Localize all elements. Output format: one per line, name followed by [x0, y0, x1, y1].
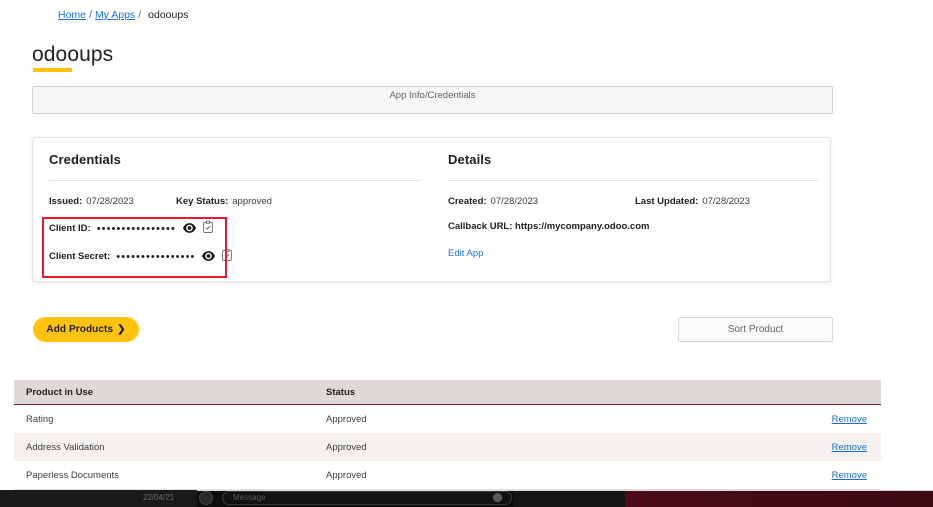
issued-field: Issued: 07/28/2023: [49, 196, 134, 207]
tab-label: App Info/Credentials: [33, 90, 832, 101]
chat-date-label: 22/04/21: [143, 493, 174, 502]
breadcrumb-link-my-apps[interactable]: My Apps: [95, 9, 135, 21]
details-heading: Details: [448, 152, 818, 167]
issued-label: Issued:: [49, 196, 82, 207]
cell-product: Paperless Documents: [14, 461, 314, 490]
client-id-row: Client ID: ••••••••••••••••: [49, 221, 421, 239]
cell-product: Rating: [14, 405, 314, 434]
message-input[interactable]: Message: [222, 491, 512, 505]
last-updated-label: Last Updated:: [635, 196, 698, 207]
strip-right-panel: [625, 491, 933, 507]
details-divider: [448, 180, 818, 181]
avatar-icon: [199, 491, 213, 505]
background-chat-strip: 22/04/21 Message ⬤: [0, 490, 933, 507]
callback-url-value: https://mycompany.odoo.com: [515, 221, 649, 232]
app-page: Home/My Apps/odooups odooups App Info/Cr…: [0, 0, 933, 490]
clipboard-copy-icon[interactable]: [222, 249, 232, 261]
eye-icon[interactable]: [202, 251, 215, 261]
table-row: Address Validation Approved Remove: [14, 433, 881, 461]
callback-url-label: Callback URL:: [448, 221, 512, 232]
column-header-status: Status: [314, 380, 769, 405]
remove-link[interactable]: Remove: [832, 442, 867, 453]
strip-date-cell: 22/04/21: [0, 490, 197, 507]
table-row: Rating Approved Remove: [14, 405, 881, 434]
issued-value: 07/28/2023: [86, 196, 134, 207]
last-updated-field: Last Updated: 07/28/2023: [635, 196, 750, 207]
details-section: Details Created: 07/28/2023 Last Updated:…: [448, 152, 818, 261]
created-label: Created:: [448, 196, 487, 207]
credentials-divider: [49, 180, 421, 181]
last-updated-value: 07/28/2023: [702, 196, 750, 207]
client-id-masked-value: ••••••••••••••••: [97, 223, 176, 235]
breadcrumb: Home/My Apps/odooups: [58, 8, 188, 22]
table-header-row: Product in Use Status: [14, 380, 881, 405]
add-products-button[interactable]: Add Products ❯: [33, 317, 139, 342]
created-value: 07/28/2023: [491, 196, 539, 207]
add-products-label: Add Products: [46, 324, 113, 335]
key-status-label: Key Status:: [176, 196, 228, 207]
column-header-action: [769, 380, 881, 405]
cell-status: Approved: [314, 433, 769, 461]
client-secret-label: Client Secret:: [49, 251, 110, 262]
microphone-icon[interactable]: ⬤: [492, 492, 503, 503]
cell-action: Remove: [769, 405, 881, 434]
tab-app-info-credentials[interactable]: App Info/Credentials: [32, 86, 833, 114]
cell-status: Approved: [314, 461, 769, 490]
credentials-heading: Credentials: [49, 152, 421, 167]
breadcrumb-link-home[interactable]: Home: [58, 9, 86, 21]
remove-link[interactable]: Remove: [832, 470, 867, 481]
page-title: odooups: [32, 42, 113, 68]
breadcrumb-separator-2: /: [138, 9, 141, 21]
cell-action: Remove: [769, 433, 881, 461]
edit-app-link[interactable]: Edit App: [448, 248, 483, 259]
sort-product-button[interactable]: Sort Product: [678, 317, 833, 342]
message-input-placeholder: Message: [233, 493, 265, 502]
key-status-value: approved: [232, 196, 272, 207]
breadcrumb-current: odooups: [148, 9, 188, 21]
eye-icon[interactable]: [183, 223, 196, 233]
created-row: Created: 07/28/2023 Last Updated: 07/28/20…: [448, 196, 818, 212]
table-row: Paperless Documents Approved Remove: [14, 461, 881, 490]
breadcrumb-separator-1: /: [89, 9, 92, 21]
app-info-card: Credentials Issued: 07/28/2023 Key Status…: [32, 137, 831, 282]
client-id-label: Client ID:: [49, 223, 91, 234]
cell-status: Approved: [314, 405, 769, 434]
clipboard-copy-icon[interactable]: [203, 221, 213, 233]
cell-action: Remove: [769, 461, 881, 490]
credentials-section: Credentials Issued: 07/28/2023 Key Status…: [49, 152, 421, 277]
column-header-product: Product in Use: [14, 380, 314, 405]
remove-link[interactable]: Remove: [832, 414, 867, 425]
issued-row: Issued: 07/28/2023 Key Status: approved: [49, 196, 421, 212]
client-secret-masked-value: ••••••••••••••••: [116, 251, 195, 263]
client-secret-row: Client Secret: ••••••••••••••••: [49, 249, 421, 267]
chevron-right-icon: ❯: [117, 324, 125, 335]
created-field: Created: 07/28/2023: [448, 196, 538, 207]
key-status-field: Key Status: approved: [176, 196, 272, 207]
callback-url-row: Callback URL: https://mycompany.odoo.com: [448, 221, 818, 232]
cell-product: Address Validation: [14, 433, 314, 461]
title-accent-underline: [33, 68, 72, 72]
strip-mid-panel: [513, 491, 625, 507]
product-in-use-table: Product in Use Status Rating Approved Re…: [14, 380, 881, 490]
